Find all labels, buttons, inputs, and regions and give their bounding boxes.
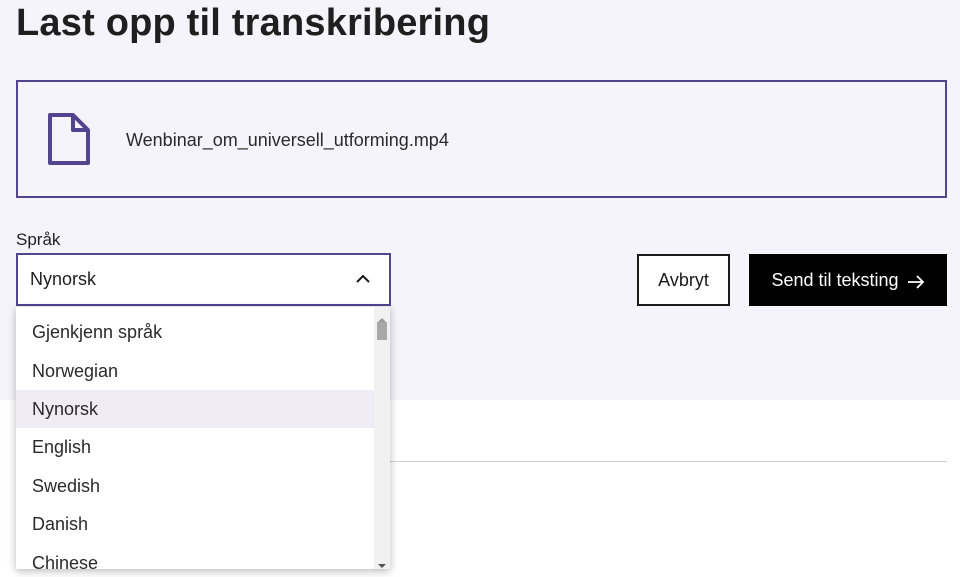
page-title: Last opp til transkribering xyxy=(16,2,491,44)
cancel-button[interactable]: Avbryt xyxy=(637,254,730,306)
file-name: Wenbinar_om_universell_utforming.mp4 xyxy=(126,130,449,150)
language-option[interactable]: Norwegian xyxy=(16,352,374,390)
chevron-up-icon xyxy=(353,269,373,289)
send-button-label: Send til teksting xyxy=(771,269,899,290)
language-option[interactable]: Gjenkjenn språk xyxy=(16,313,374,351)
language-label: Språk xyxy=(16,230,61,249)
language-select-value: Nynorsk xyxy=(30,269,97,289)
language-dropdown-list[interactable]: Gjenkjenn språk Norwegian Nynorsk Englis… xyxy=(16,307,390,569)
cancel-button-label: Avbryt xyxy=(658,269,709,290)
language-option-selected[interactable]: Nynorsk xyxy=(16,390,374,428)
scroll-down-icon[interactable] xyxy=(378,557,386,568)
arrow-right-icon xyxy=(907,273,925,289)
language-option[interactable]: Swedish xyxy=(16,467,374,505)
send-button[interactable]: Send til teksting xyxy=(749,254,947,306)
scroll-up-icon[interactable] xyxy=(378,311,386,322)
language-option[interactable]: Chinese xyxy=(16,544,374,569)
language-option[interactable]: English xyxy=(16,428,374,466)
language-select[interactable]: Nynorsk xyxy=(16,253,391,306)
file-card: Wenbinar_om_universell_utforming.mp4 xyxy=(16,80,947,198)
file-icon xyxy=(46,112,92,166)
dropdown-scrollbar[interactable] xyxy=(374,307,390,569)
language-option[interactable]: Danish xyxy=(16,505,374,543)
scroll-thumb[interactable] xyxy=(377,322,387,340)
divider xyxy=(370,461,947,462)
